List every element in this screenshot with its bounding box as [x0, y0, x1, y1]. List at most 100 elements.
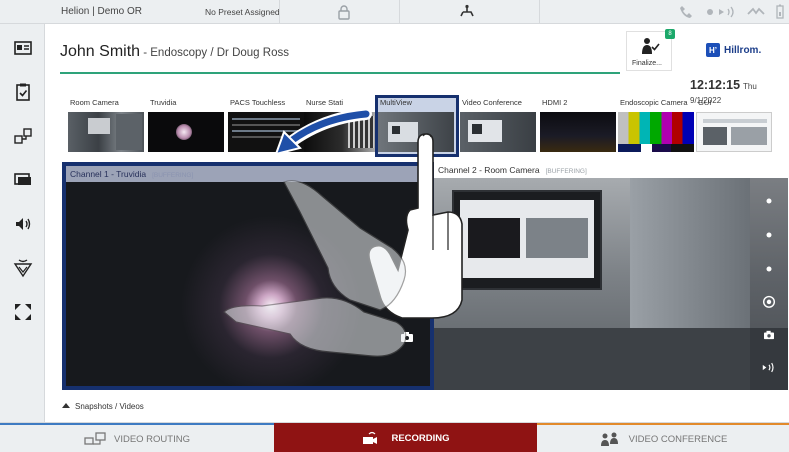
sidebar-item-patient[interactable]	[0, 30, 45, 66]
surgical-light-icon	[13, 259, 32, 278]
source-label: Video Conference	[462, 98, 522, 107]
channel-1-status: [BUFFERING]	[152, 172, 194, 179]
source-thumbnail	[618, 112, 694, 152]
video-conference-icon	[600, 432, 618, 446]
snapshots-label: Snapshots / Videos	[75, 402, 144, 411]
channel-2-status: [BUFFERING]	[545, 168, 587, 175]
channel-2-title-text: Channel 2 - Room Camera	[438, 165, 540, 175]
lock-segment[interactable]	[279, 0, 399, 24]
camera-controls	[750, 178, 788, 390]
source-label: Nurse Stati	[306, 98, 344, 107]
source-label: Room Camera	[70, 98, 119, 107]
broadcast-icon	[719, 6, 734, 18]
recording-icon	[363, 431, 378, 444]
room-camera-video-feed	[434, 178, 788, 390]
source-thumbnail	[460, 112, 536, 152]
source-truvidia[interactable]: Truvidia	[148, 98, 226, 154]
sidebar-item-fullscreen[interactable]	[0, 294, 45, 330]
brand-mark: H’	[706, 43, 720, 57]
bottom-tab-bar: VIDEO ROUTING RECORDING VIDEO CONFERENCE	[0, 422, 789, 452]
finalize-label: Finalize...	[632, 60, 662, 67]
source-thumbnail	[378, 112, 454, 152]
source-thumbnail	[228, 112, 304, 152]
channel-1-title-bar: Channel 1 - Truvidia [BUFFERING]	[66, 166, 430, 182]
finalize-button[interactable]: 8 Finalize...	[626, 29, 675, 71]
source-label: Truvidia	[150, 98, 177, 107]
sidebar	[0, 24, 45, 422]
clock-time: 12:12:15	[690, 78, 741, 92]
link-icon	[747, 7, 765, 15]
camera-snapshot-button[interactable]	[760, 326, 778, 344]
tab-recording[interactable]: RECORDING	[274, 423, 537, 452]
displays-icon	[13, 173, 31, 185]
lock-icon	[338, 5, 350, 20]
truvidia-video-feed	[66, 166, 430, 386]
expand-icon	[14, 304, 31, 320]
brand-logo: H’ Hillrom.	[706, 38, 772, 62]
snapshots-toggle[interactable]: Snapshots / Videos	[62, 402, 144, 411]
source-hdmi-2[interactable]: HDMI 2	[540, 98, 618, 154]
source-video-conference[interactable]: Video Conference	[460, 98, 538, 154]
channel-2-title-bar: Channel 2 - Room Camera [BUFFERING]	[434, 162, 788, 178]
status-bar: Helion | Demo OR No Preset Assigned	[0, 0, 789, 24]
sidebar-item-routing[interactable]	[0, 118, 45, 154]
camera-stream-button[interactable]	[760, 358, 778, 376]
tab-video-conference-label: VIDEO CONFERENCE	[628, 433, 728, 445]
sidebar-item-displays[interactable]	[0, 162, 45, 198]
finalize-icon	[642, 38, 660, 54]
tab-video-routing-label: VIDEO ROUTING	[113, 433, 190, 445]
channel-2-view[interactable]: Channel 2 - Room Camera [BUFFERING]	[434, 162, 788, 390]
id-card-icon	[13, 41, 32, 55]
source-nurse-station[interactable]: Nurse Stati	[304, 98, 382, 154]
procedure-label: - Endoscopy / Dr Doug Ross	[140, 47, 289, 59]
brand-name: Hillrom.	[724, 44, 762, 56]
camera-zoom-button[interactable]	[760, 292, 778, 310]
source-label: HDMI 2	[542, 98, 568, 107]
source-pacs-touchless[interactable]: PACS Touchless	[228, 98, 306, 154]
speaker-icon	[15, 218, 30, 230]
source-label: GUI	[698, 98, 712, 107]
system-icons	[539, 0, 789, 24]
preset-label[interactable]: No Preset Assigned	[205, 7, 280, 17]
sidebar-item-checklist[interactable]	[0, 74, 45, 110]
sidebar-item-lights[interactable]	[0, 250, 45, 286]
video-routing-icon	[84, 432, 106, 445]
routing-icon	[13, 128, 32, 144]
clipboard-check-icon	[15, 83, 30, 101]
source-room-camera[interactable]: Room Camera	[68, 98, 146, 154]
tab-recording-label: RECORDING	[391, 432, 450, 444]
source-endoscopic-camera[interactable]: Endoscopic Camera	[618, 98, 696, 154]
camera-preset-2-button[interactable]	[760, 226, 778, 244]
source-gui[interactable]: GUI	[696, 98, 774, 154]
system-name: Helion | Demo OR	[61, 6, 142, 17]
tab-video-routing[interactable]: VIDEO ROUTING	[0, 423, 274, 452]
camera-preset-3-button[interactable]	[760, 260, 778, 278]
snapshot-camera-icon	[764, 330, 774, 340]
source-multiview[interactable]: MultiView	[375, 95, 459, 157]
channel-2-title: Channel 2 - Room Camera [BUFFERING]	[438, 165, 587, 175]
camera-target-icon	[762, 295, 776, 308]
phone-icon[interactable]	[678, 4, 694, 20]
source-thumbnail	[304, 112, 380, 152]
battery-icon	[776, 4, 784, 19]
dot-icon	[766, 266, 772, 272]
expand-arrow-icon	[62, 403, 70, 408]
routing-segment[interactable]	[399, 0, 539, 24]
video-transfer-icon	[460, 4, 474, 17]
source-label: PACS Touchless	[230, 98, 286, 107]
patient-header: John Smith - Endoscopy / Dr Doug Ross	[60, 43, 289, 61]
channel-1-title: Channel 1 - Truvidia [BUFFERING]	[70, 169, 193, 179]
header-divider	[60, 72, 620, 74]
broadcast-icon	[762, 362, 774, 372]
snapshot-camera-icon[interactable]	[400, 331, 414, 343]
monitor-in-room	[452, 190, 602, 290]
dot-icon	[766, 232, 772, 238]
sidebar-item-audio[interactable]	[0, 206, 45, 242]
source-thumbnail	[540, 112, 616, 152]
dot-icon	[766, 198, 772, 204]
tab-video-conference[interactable]: VIDEO CONFERENCE	[537, 423, 789, 452]
source-thumbnail	[696, 112, 772, 152]
camera-preset-1-button[interactable]	[760, 192, 778, 210]
channel-1-view[interactable]: Channel 1 - Truvidia [BUFFERING]	[62, 162, 434, 390]
channel-1-title-text: Channel 1 - Truvidia	[70, 169, 147, 179]
